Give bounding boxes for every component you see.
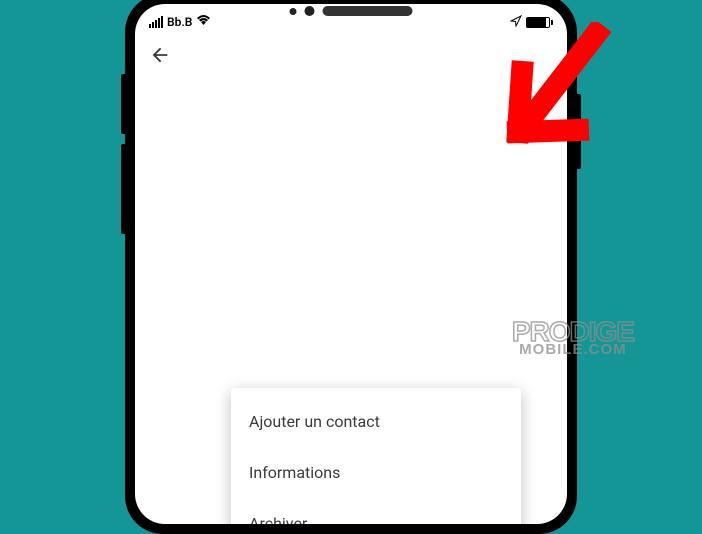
- arrow-left-icon: [149, 44, 171, 66]
- app-bar: [135, 32, 567, 82]
- wifi-icon: [196, 14, 211, 30]
- overflow-menu: Ajouter un contact Informations Archiver…: [231, 388, 521, 524]
- volume-down-button: [121, 144, 125, 234]
- menu-item-details[interactable]: Informations: [231, 447, 521, 498]
- phone-frame: Bb.B: [125, 0, 577, 534]
- back-button[interactable]: [149, 44, 171, 70]
- battery-icon: [526, 17, 553, 28]
- power-button: [577, 94, 581, 169]
- menu-item-add-contact[interactable]: Ajouter un contact: [231, 396, 521, 447]
- conversation-content: Ajouter un contact Informations Archiver…: [135, 414, 567, 429]
- phone-notch: [290, 6, 413, 16]
- signal-icon: [149, 16, 163, 28]
- volume-up-button: [121, 74, 125, 134]
- location-icon: [510, 15, 522, 30]
- carrier-label: Bb.B: [167, 15, 192, 29]
- menu-item-archive[interactable]: Archiver: [231, 498, 521, 524]
- phone-screen: Bb.B: [135, 4, 567, 524]
